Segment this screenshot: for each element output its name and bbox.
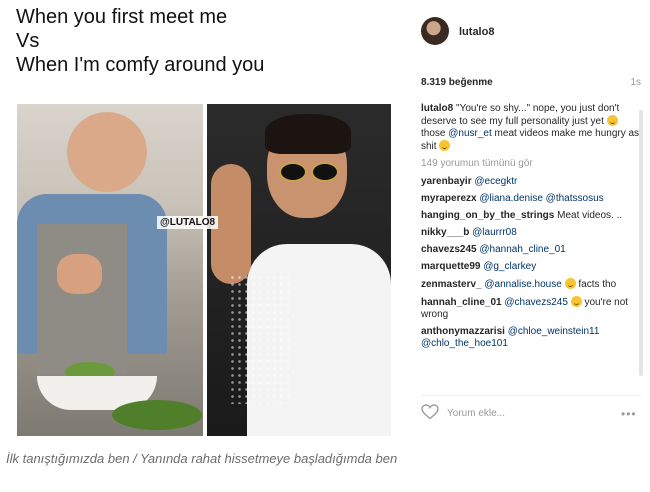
chef-head (67, 112, 147, 192)
caption-username[interactable]: lutalo8 (421, 103, 453, 114)
chef-photo-panel (17, 104, 203, 436)
comment-username[interactable]: zenmasterv_ (421, 279, 482, 290)
meme-text: When you first meet me Vs When I'm comfy… (16, 5, 264, 77)
post-username[interactable]: lutalo8 (459, 26, 494, 38)
likes-row: 8.319 beğenme 1s (421, 77, 641, 91)
list-item: hannah_cline_01 @chavezs245 you're not w… (421, 296, 641, 321)
post-sidebar: lutalo8 8.319 beğenme 1s lutalo8 "You're… (421, 0, 649, 440)
heart-icon[interactable] (421, 404, 439, 420)
comment-username[interactable]: hanging_on_by_the_strings (421, 210, 554, 221)
comment-username[interactable]: hannah_cline_01 (421, 297, 502, 308)
list-item: chavezs245 @hannah_cline_01 (421, 244, 641, 256)
grinning-emoji-icon (606, 115, 618, 126)
comment-mention[interactable]: @chavezs245 (504, 297, 568, 308)
more-icon[interactable]: ••• (621, 407, 637, 421)
meme-photo[interactable]: @LUTALO8 (17, 104, 391, 436)
view-all-comments-link[interactable]: 149 yorumun tümünü gör (421, 158, 641, 169)
comment-mention[interactable]: @liana.denise @thatssosus (479, 193, 603, 204)
list-item: marquette99 @g_clarkey (421, 261, 641, 273)
meme-line-2: Vs (16, 30, 40, 52)
avatar[interactable] (421, 17, 449, 45)
list-item: hanging_on_by_the_strings Meat videos. .… (421, 210, 641, 222)
heart-icon-svg (421, 404, 439, 420)
comment-mention[interactable]: @hannah_cline_01 (479, 244, 565, 255)
comment-username[interactable]: marquette99 (421, 261, 480, 272)
comment-mention[interactable]: @laurrr08 (472, 227, 517, 238)
post-caption: lutalo8 "You're so shy..." nope, you jus… (421, 103, 641, 153)
post-header: lutalo8 (421, 17, 649, 49)
post-time[interactable]: 1s (630, 77, 641, 88)
instagram-post: When you first meet me Vs When I'm comfy… (13, 0, 643, 440)
falling-salt (229, 274, 289, 404)
comment-bar: ••• (421, 404, 649, 424)
comment-username[interactable]: myraperezx (421, 193, 477, 204)
meme-line-1: When you first meet me (16, 6, 228, 28)
photo-watermark: @LUTALO8 (157, 216, 219, 229)
caption-text-2: those (421, 128, 446, 139)
salt-bae-photo-panel (207, 104, 391, 436)
caption-mention[interactable]: @nusr_et (448, 128, 492, 139)
right-lens (311, 162, 339, 182)
comment-text: Meat videos. .. (557, 210, 623, 221)
salt-bae-hair (265, 114, 351, 154)
grinning-emoji-icon (570, 296, 582, 307)
list-item: anthonymazzarisi @chloe_weinstein11 @chl… (421, 326, 641, 350)
comment-username[interactable]: yarenbayir (421, 176, 472, 187)
likes-count[interactable]: 8.319 beğenme (421, 77, 493, 88)
comment-mention[interactable]: @g_clarkey (483, 261, 536, 272)
meme-line-3: When I'm comfy around you (16, 54, 265, 76)
grinning-emoji-icon (564, 278, 576, 289)
divider (421, 395, 641, 396)
comment-text: facts tho (578, 279, 617, 290)
sunglasses (279, 162, 339, 182)
left-lens (279, 162, 307, 182)
comment-username[interactable]: nikky___b (421, 227, 469, 238)
chef-apron (37, 224, 127, 374)
grinning-emoji-icon (439, 140, 451, 151)
list-item: myraperezx @liana.denise @thatssosus (421, 193, 641, 205)
comment-mention[interactable]: @ecegktr (474, 176, 517, 187)
page-caption: İlk tanıştığımızda ben / Yanında rahat h… (6, 451, 398, 466)
list-item: yarenbayir @ecegktr (421, 176, 641, 188)
comments-scrollbar[interactable] (639, 110, 643, 376)
herbs (112, 400, 202, 430)
comments-list[interactable]: lutalo8 "You're so shy..." nope, you jus… (421, 103, 641, 388)
comment-input[interactable] (447, 406, 597, 420)
comment-username[interactable]: anthonymazzarisi (421, 326, 505, 337)
chef-hand (57, 254, 102, 294)
comment-username[interactable]: chavezs245 (421, 244, 477, 255)
list-item: zenmasterv_ @annalise.house facts tho (421, 278, 641, 291)
comment-mention[interactable]: @annalise.house (484, 279, 561, 290)
list-item: nikky___b @laurrr08 (421, 227, 641, 239)
